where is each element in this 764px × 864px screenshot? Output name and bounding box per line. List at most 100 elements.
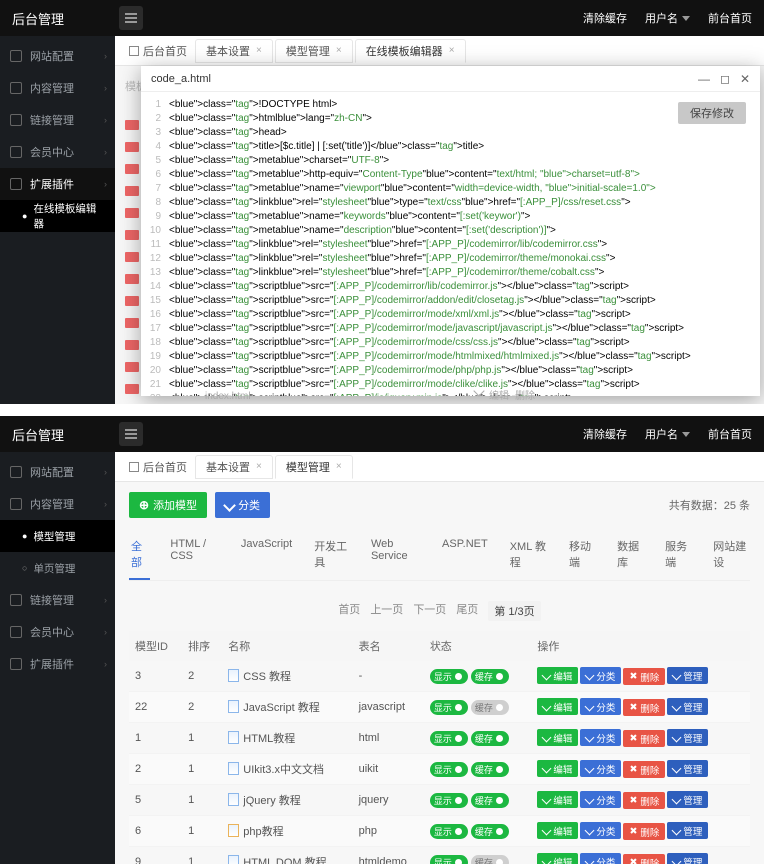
category-tab[interactable]: 开发工具	[312, 532, 351, 580]
tab-home[interactable]: 后台首页	[123, 459, 193, 475]
category-button[interactable]: 分类	[580, 729, 621, 746]
close-icon[interactable]: ✕	[740, 72, 750, 86]
delete-button[interactable]: ✖ 删除	[623, 668, 665, 685]
pager-next[interactable]: 下一页	[413, 601, 446, 621]
user-dropdown[interactable]: 用户名	[645, 10, 690, 26]
edit-button[interactable]: 编辑	[537, 822, 578, 839]
close-icon[interactable]: ×	[256, 461, 262, 472]
category-button[interactable]: 分类	[580, 760, 621, 777]
category-tab[interactable]: JavaScript	[239, 532, 294, 580]
sidebar-item[interactable]: 链接管理›	[0, 584, 115, 616]
tab[interactable]: 基本设置×	[195, 455, 273, 479]
frontend-home-link[interactable]: 前台首页	[708, 426, 752, 442]
clear-cache-link[interactable]: 清除缓存	[583, 426, 627, 442]
category-tab[interactable]: 网站建设	[711, 532, 750, 580]
frontend-home-link[interactable]: 前台首页	[708, 10, 752, 26]
sidebar-item[interactable]: 在线模板编辑器	[0, 200, 115, 232]
status-cache-pill[interactable]: 缓存	[471, 824, 509, 839]
category-tab[interactable]: 全部	[129, 532, 150, 580]
save-button[interactable]: 保存修改	[678, 102, 746, 124]
status-show-pill[interactable]: 显示	[430, 731, 468, 746]
manage-button[interactable]: 管理	[667, 667, 708, 684]
tab[interactable]: 基本设置×	[195, 39, 273, 63]
category-button[interactable]: 分类	[580, 698, 621, 715]
edit-button[interactable]: 编辑	[537, 729, 578, 746]
category-button[interactable]: 分类	[580, 667, 621, 684]
close-icon[interactable]: ×	[336, 461, 342, 472]
sidebar-item[interactable]: 内容管理›	[0, 488, 115, 520]
sidebar-item[interactable]: 网站配置›	[0, 456, 115, 488]
delete-button[interactable]: ✖ 删除	[623, 699, 665, 716]
delete-button[interactable]: ✖ 删除	[623, 823, 665, 840]
delete-button[interactable]: ✖ 删除	[623, 854, 665, 864]
user-dropdown[interactable]: 用户名	[645, 426, 690, 442]
category-button[interactable]: 分类	[580, 822, 621, 839]
status-show-pill[interactable]: 显示	[430, 855, 468, 864]
manage-button[interactable]: 管理	[667, 698, 708, 715]
category-tab[interactable]: HTML / CSS	[168, 532, 220, 580]
pencil-icon	[542, 702, 552, 712]
category-tab[interactable]: 移动端	[567, 532, 597, 580]
edit-button[interactable]: 编辑	[537, 791, 578, 808]
manage-button[interactable]: 管理	[667, 853, 708, 864]
close-icon[interactable]: ×	[449, 45, 455, 56]
status-cache-pill[interactable]: 缓存	[471, 731, 509, 746]
sidebar-item[interactable]: 会员中心›	[0, 616, 115, 648]
tab[interactable]: 模型管理×	[275, 39, 353, 63]
manage-button[interactable]: 管理	[667, 760, 708, 777]
status-cache-pill[interactable]: 缓存	[471, 700, 509, 715]
sidebar-item[interactable]: 扩展插件›	[0, 168, 115, 200]
category-button[interactable]: 分类	[580, 853, 621, 864]
tab-home[interactable]: 后台首页	[123, 43, 193, 59]
category-tab[interactable]: ASP.NET	[440, 532, 490, 580]
sidebar-item[interactable]: 网站配置›	[0, 40, 115, 72]
delete-button[interactable]: ✖ 删除	[623, 792, 665, 809]
status-show-pill[interactable]: 显示	[430, 669, 468, 684]
code-area[interactable]: 1<blue">class="tag">!DOCTYPE html>2<blue…	[141, 92, 760, 396]
manage-button[interactable]: 管理	[667, 791, 708, 808]
status-cache-pill[interactable]: 缓存	[471, 669, 509, 684]
sidebar-item[interactable]: 会员中心›	[0, 136, 115, 168]
menu-icon	[10, 82, 22, 94]
edit-button[interactable]: 编辑	[537, 667, 578, 684]
pager-last[interactable]: 尾页	[456, 601, 478, 621]
sidebar-item[interactable]: 模型管理	[0, 520, 115, 552]
chevron-down-icon	[682, 16, 690, 21]
category-tab[interactable]: 服务端	[663, 532, 693, 580]
sidebar-item[interactable]: 链接管理›	[0, 104, 115, 136]
status-show-pill[interactable]: 显示	[430, 762, 468, 777]
category-tab[interactable]: 数据库	[615, 532, 645, 580]
status-show-pill[interactable]: 显示	[430, 793, 468, 808]
pager-first[interactable]: 首页	[338, 601, 360, 621]
edit-button[interactable]: 编辑	[537, 698, 578, 715]
status-show-pill[interactable]: 显示	[430, 824, 468, 839]
close-icon[interactable]: ×	[256, 45, 262, 56]
manage-button[interactable]: 管理	[667, 822, 708, 839]
category-button[interactable]: 分类	[215, 492, 270, 518]
sidebar-toggle[interactable]	[119, 422, 143, 446]
status-cache-pill[interactable]: 缓存	[471, 762, 509, 777]
add-model-button[interactable]: ⊕添加模型	[129, 492, 207, 518]
manage-button[interactable]: 管理	[667, 729, 708, 746]
delete-button[interactable]: ✖ 删除	[623, 761, 665, 778]
delete-button[interactable]: ✖ 删除	[623, 730, 665, 747]
sidebar-item[interactable]: 内容管理›	[0, 72, 115, 104]
sidebar-item[interactable]: 扩展插件›	[0, 648, 115, 680]
tab[interactable]: 在线模板编辑器×	[355, 39, 466, 63]
close-icon[interactable]: ×	[336, 45, 342, 56]
status-show-pill[interactable]: 显示	[430, 700, 468, 715]
category-tab[interactable]: XML 教程	[508, 532, 549, 580]
clear-cache-link[interactable]: 清除缓存	[583, 10, 627, 26]
category-button[interactable]: 分类	[580, 791, 621, 808]
tab[interactable]: 模型管理×	[275, 455, 353, 479]
minimize-icon[interactable]: —	[698, 72, 710, 86]
sidebar-item[interactable]: 单页管理	[0, 552, 115, 584]
pager-prev[interactable]: 上一页	[370, 601, 403, 621]
sidebar-toggle[interactable]	[119, 6, 143, 30]
edit-button[interactable]: 编辑	[537, 853, 578, 864]
edit-button[interactable]: 编辑	[537, 760, 578, 777]
status-cache-pill[interactable]: 缓存	[471, 855, 509, 864]
maximize-icon[interactable]: ◻	[720, 72, 730, 86]
category-tab[interactable]: Web Service	[369, 532, 422, 580]
status-cache-pill[interactable]: 缓存	[471, 793, 509, 808]
